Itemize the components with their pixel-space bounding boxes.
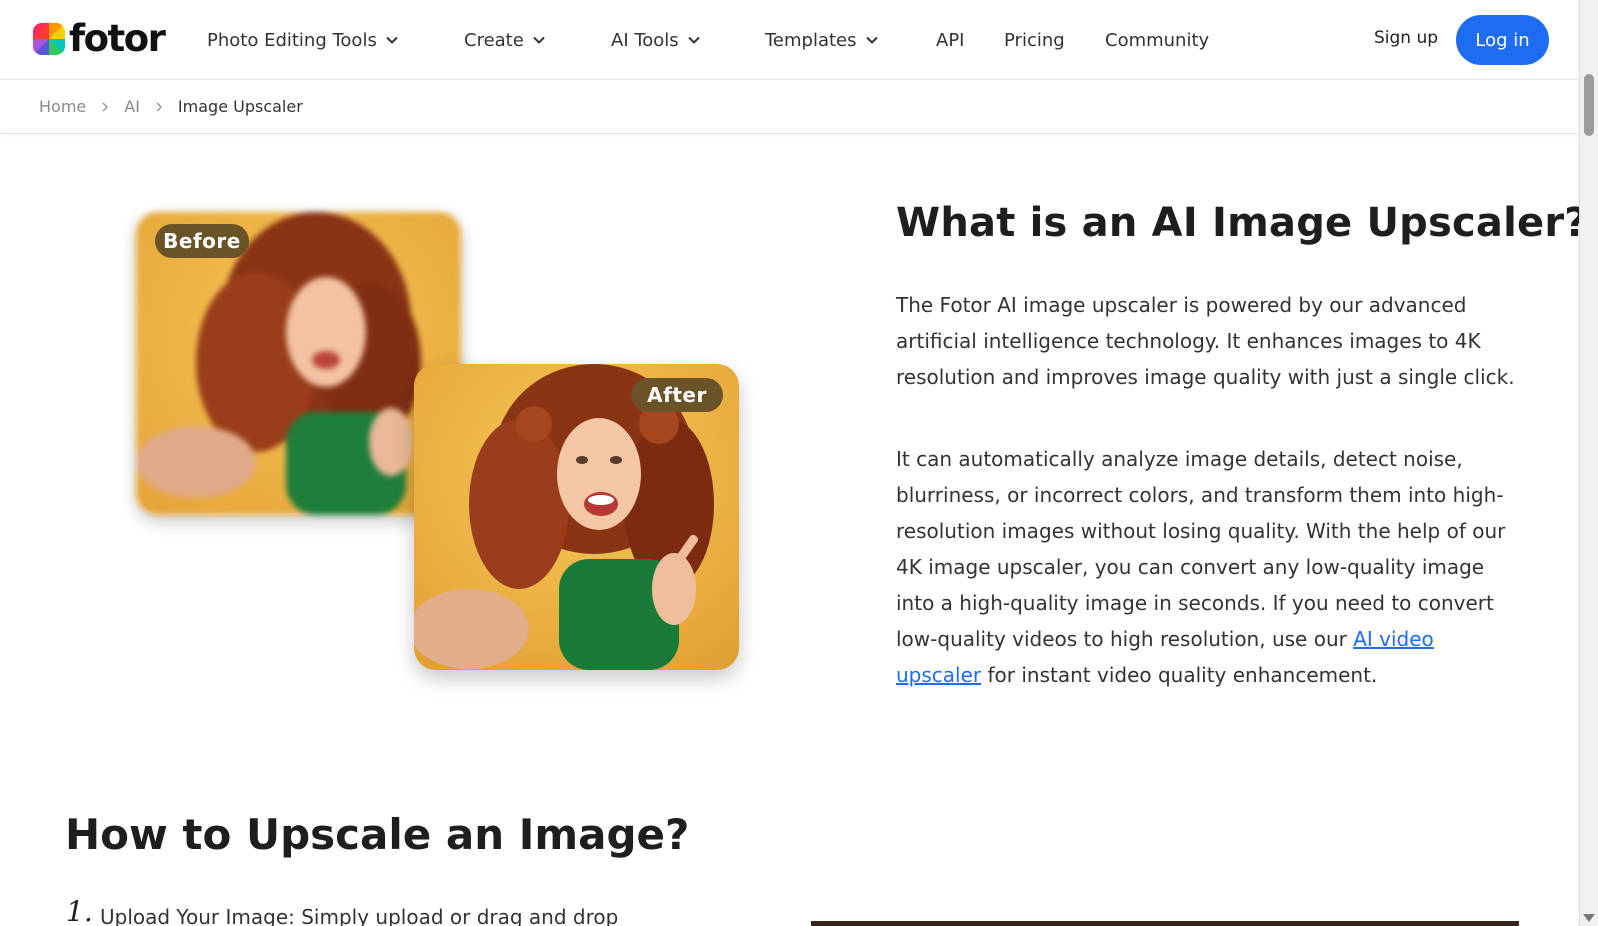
nav-community-label: Community xyxy=(1105,29,1210,51)
intro-paragraph: The Fotor AI image upscaler is powered b… xyxy=(896,293,1515,389)
fotor-logo-text: fotor xyxy=(69,17,166,60)
detail-paragraph-tail: for instant video quality enhancement. xyxy=(981,663,1378,687)
before-badge: Before xyxy=(155,224,249,258)
nav-ai-tools[interactable]: AI Tools xyxy=(611,27,701,53)
nav-create-label: Create xyxy=(464,29,524,51)
chevron-down-icon xyxy=(533,36,545,44)
breadcrumb-ai[interactable]: AI xyxy=(124,97,140,116)
nav-community[interactable]: Community xyxy=(1105,27,1209,53)
nav-ai-tools-label: AI Tools xyxy=(611,29,679,51)
nav-templates-label: Templates xyxy=(765,29,857,51)
step-text: Upload Your Image: Simply upload or drag… xyxy=(100,905,619,926)
site-header: fotor Photo Editing Tools Create AI Tool… xyxy=(0,0,1579,80)
nav-api-label: API xyxy=(936,29,965,51)
tutorial-media-preview xyxy=(811,921,1519,926)
chevron-down-icon xyxy=(386,36,398,44)
chevron-right-icon xyxy=(102,101,109,112)
nav-pricing-label: Pricing xyxy=(1004,29,1065,51)
scrollbar-thumb[interactable] xyxy=(1584,74,1594,136)
chevron-right-icon xyxy=(156,101,162,112)
log-in-button[interactable]: Log in xyxy=(1456,15,1549,65)
fotor-logo[interactable]: fotor xyxy=(33,17,166,60)
detail-paragraph: It can automatically analyze image detai… xyxy=(896,441,1521,693)
nav-create[interactable]: Create xyxy=(464,27,546,53)
fotor-logo-icon xyxy=(33,22,65,55)
section-title: What is an AI Image Upscaler? xyxy=(896,200,1588,246)
breadcrumb-home[interactable]: Home xyxy=(39,97,86,116)
page-scrollbar[interactable] xyxy=(1579,0,1598,926)
breadcrumb-current: Image Upscaler xyxy=(177,97,303,116)
after-badge: After xyxy=(631,378,723,412)
scroll-down-arrow-icon[interactable] xyxy=(1583,914,1595,922)
step-number: 1. xyxy=(66,895,93,926)
nav-pricing[interactable]: Pricing xyxy=(1004,27,1065,53)
nav-api[interactable]: API xyxy=(936,27,964,53)
nav-templates[interactable]: Templates xyxy=(765,27,879,53)
nav-photo-editing-tools-label: Photo Editing Tools xyxy=(207,29,377,51)
chevron-down-icon xyxy=(687,36,700,44)
detail-paragraph-text: It can automatically analyze image detai… xyxy=(896,447,1506,651)
sign-up-link[interactable]: Sign up xyxy=(1374,28,1438,48)
nav-photo-editing-tools[interactable]: Photo Editing Tools xyxy=(207,27,399,53)
breadcrumb: Home AI Image Upscaler xyxy=(0,80,1579,134)
chevron-down-icon xyxy=(865,36,878,44)
how-to-title: How to Upscale an Image? xyxy=(65,810,690,859)
